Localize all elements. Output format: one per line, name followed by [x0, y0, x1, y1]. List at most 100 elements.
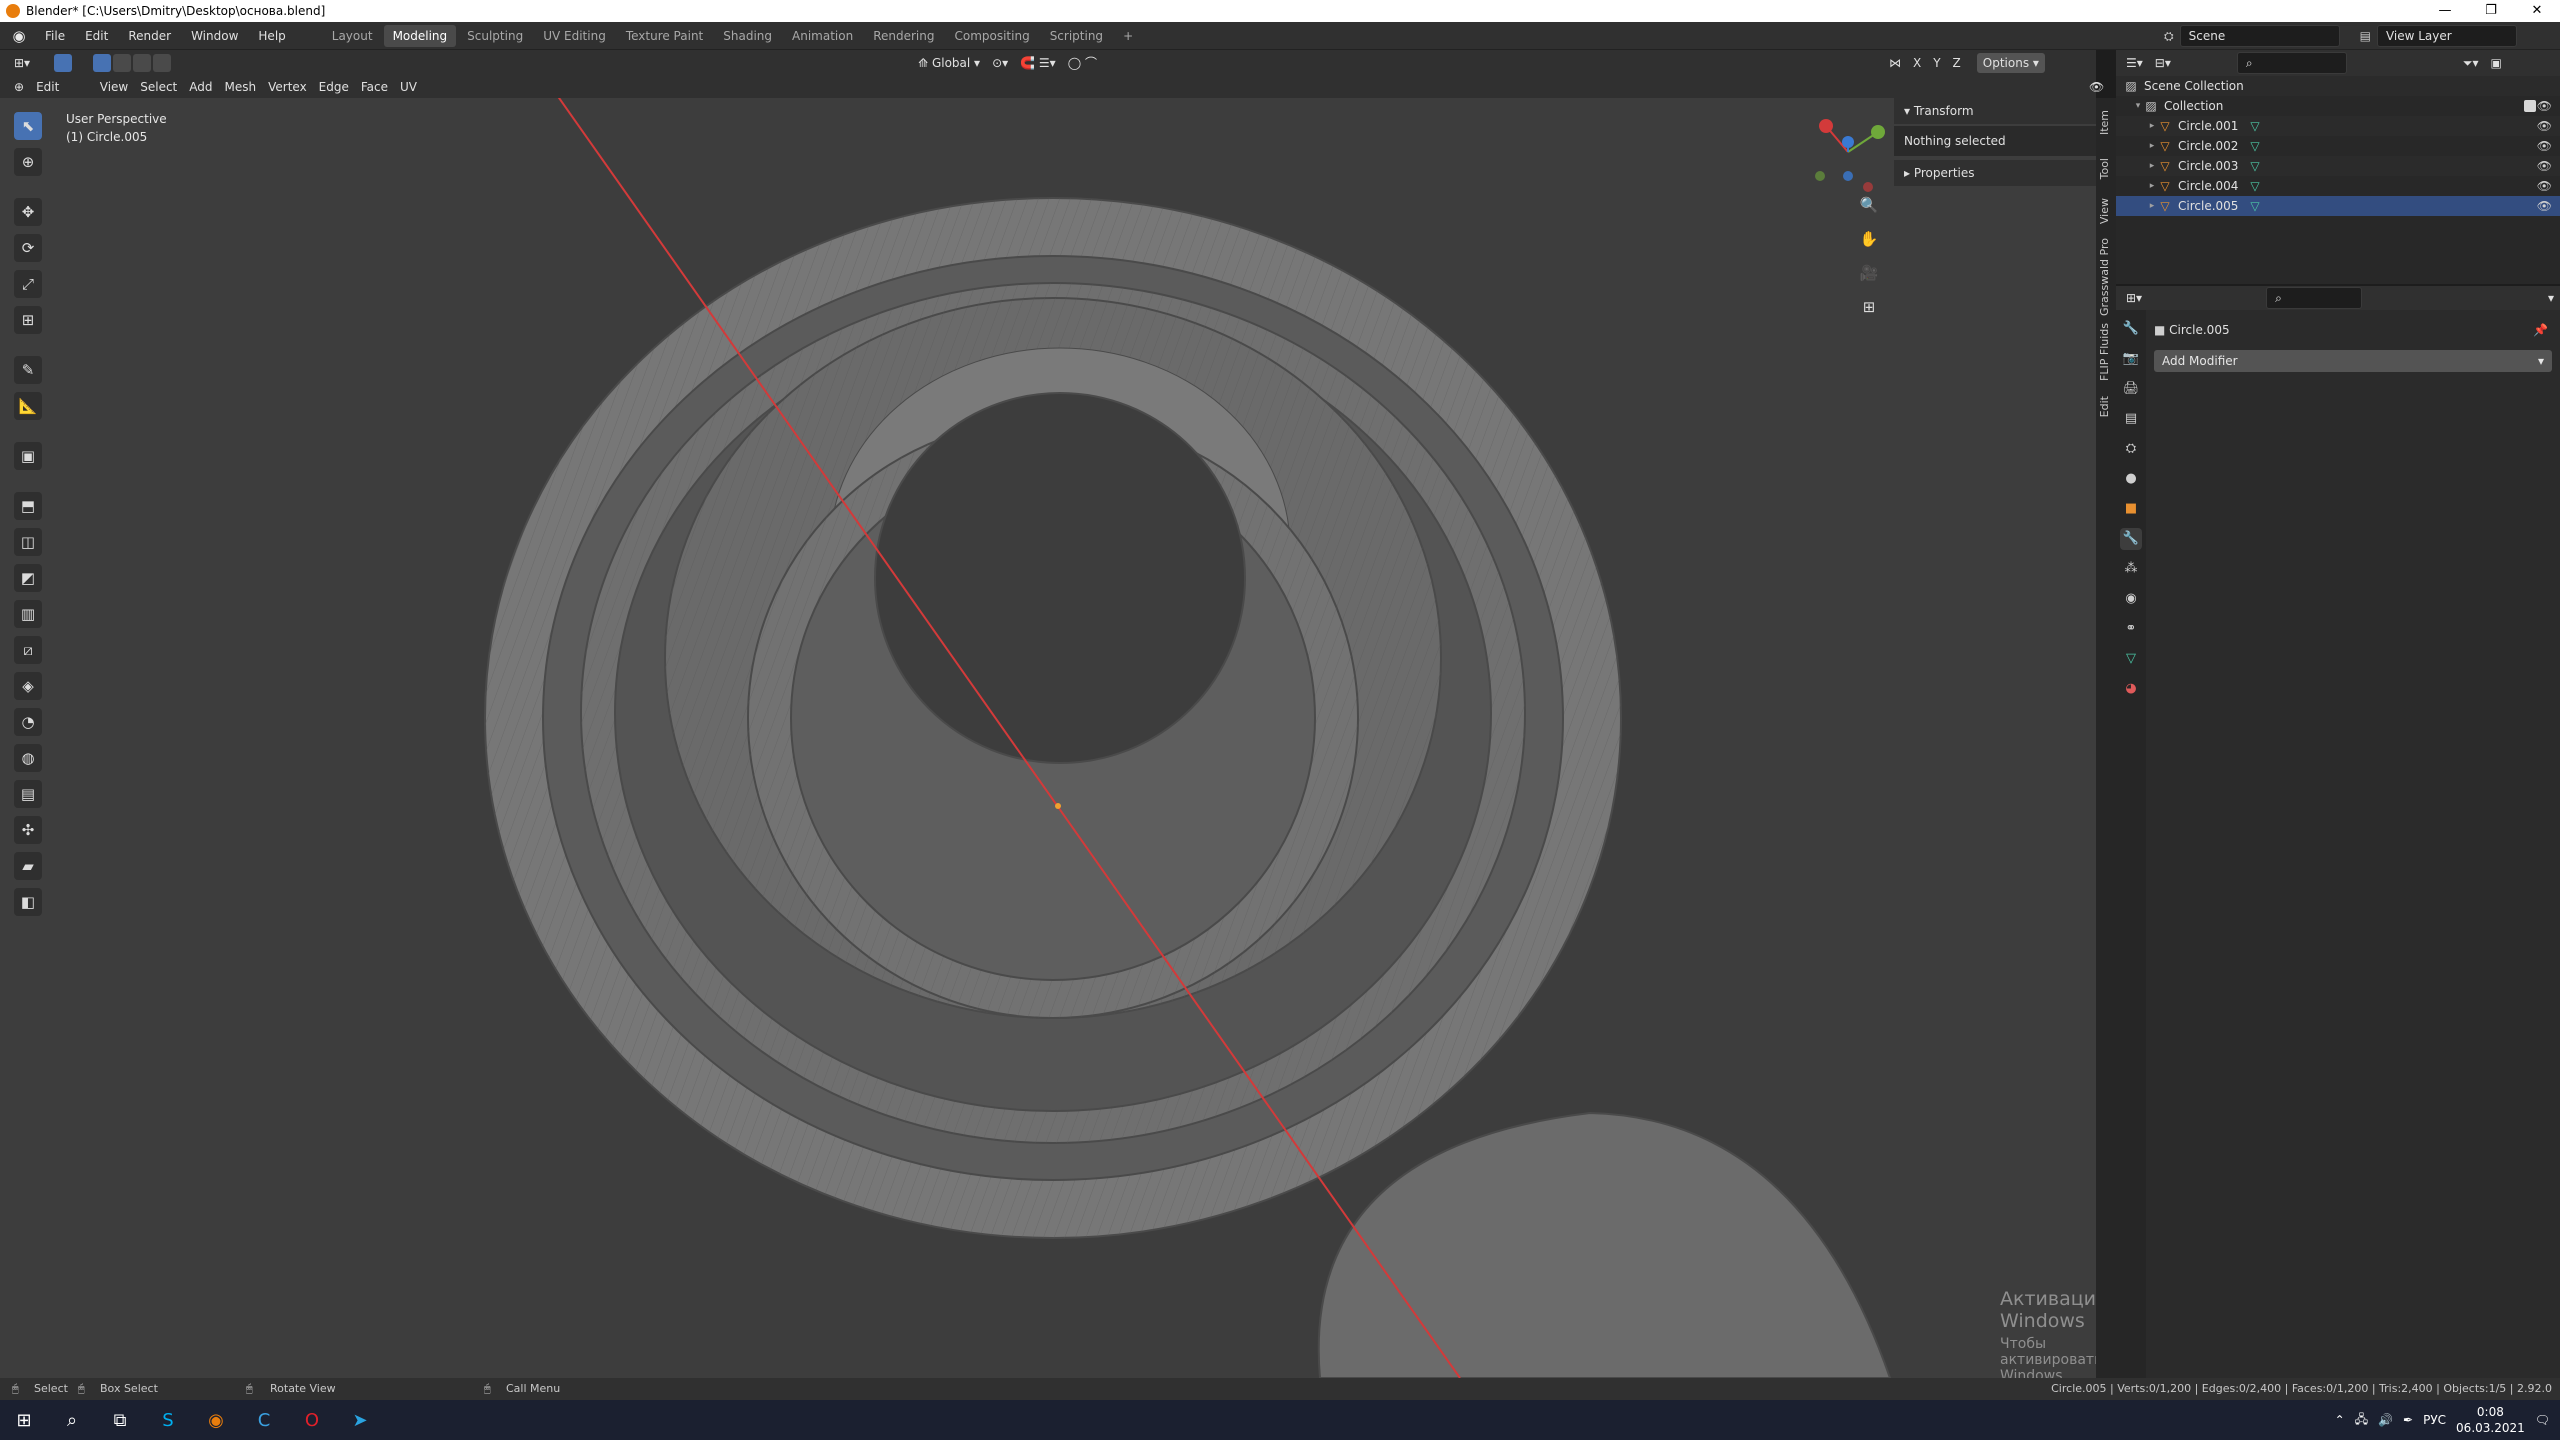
- visibility-icon[interactable]: 👁▾: [2083, 77, 2110, 114]
- visibility-eye-icon[interactable]: 👁: [2537, 156, 2552, 176]
- view-layer-field[interactable]: View Layer: [2376, 25, 2517, 47]
- sidebar-tab-item[interactable]: Item: [2098, 110, 2111, 135]
- transform-orientation-dropdown[interactable]: ⟰ Global ▾: [912, 53, 986, 73]
- expand-icon[interactable]: ▾: [2132, 96, 2144, 116]
- rotate-tool-icon[interactable]: ⟳: [14, 234, 42, 262]
- scene-collection-row[interactable]: ▨ Scene Collection: [2116, 76, 2560, 96]
- select-mode-subtract-icon[interactable]: [133, 54, 152, 72]
- add-workspace-button[interactable]: +: [1114, 25, 1142, 47]
- visibility-eye-icon[interactable]: 👁: [2537, 116, 2552, 136]
- exclude-checkbox[interactable]: [2524, 100, 2536, 112]
- tab-layout[interactable]: Layout: [323, 25, 382, 47]
- menu-mesh[interactable]: Mesh: [219, 77, 263, 97]
- tab-rendering[interactable]: Rendering: [864, 25, 943, 47]
- tool-tab-icon[interactable]: 🔧: [2120, 318, 2142, 340]
- mode-dropdown[interactable]: Edit Mode ▾: [30, 77, 75, 134]
- menu-edge[interactable]: Edge: [313, 77, 355, 97]
- menu-render[interactable]: Render: [119, 25, 180, 47]
- modifier-tab-icon[interactable]: 🔧: [2120, 528, 2142, 550]
- world-tab-icon[interactable]: ●: [2120, 468, 2142, 490]
- tray-overflow-icon[interactable]: ⌃: [2335, 1413, 2345, 1427]
- pivot-point-icon[interactable]: ⊙▾: [986, 53, 1014, 73]
- select-mode-intersect-icon[interactable]: [153, 54, 172, 72]
- annotate-tool-icon[interactable]: ✎: [14, 356, 42, 384]
- move-tool-icon[interactable]: ✥: [14, 198, 42, 226]
- editor-type-3d-icon[interactable]: ⊕: [8, 77, 30, 97]
- snap-icon[interactable]: 🧲 ☰▾: [1014, 53, 1062, 73]
- grid-ortho-icon[interactable]: ⊞: [1858, 296, 1880, 318]
- task-view-icon[interactable]: ⧉: [96, 1400, 144, 1440]
- tab-animation[interactable]: Animation: [783, 25, 862, 47]
- properties-search-input[interactable]: ⌕: [2266, 287, 2362, 309]
- skype-icon[interactable]: S: [144, 1400, 192, 1440]
- object-tab-icon[interactable]: ■: [2120, 498, 2142, 520]
- start-icon[interactable]: ⊞: [0, 1400, 48, 1440]
- select-box-icon[interactable]: [54, 54, 73, 72]
- sidebar-tab-tool[interactable]: Tool: [2098, 158, 2111, 179]
- properties-options-icon[interactable]: ▾: [2542, 288, 2560, 308]
- proportional-edit-icon[interactable]: ◯ ⌒: [1062, 53, 1103, 73]
- outliner-search-input[interactable]: ⌕: [2236, 52, 2347, 74]
- menu-face[interactable]: Face: [355, 77, 394, 97]
- axis-y-toggle[interactable]: Y: [1927, 53, 1946, 73]
- view-layer-icon[interactable]: ▤: [2360, 29, 2371, 43]
- volume-icon[interactable]: 🔊: [2378, 1413, 2393, 1427]
- clock[interactable]: 0:08 06.03.2021: [2456, 1404, 2525, 1436]
- tab-modeling[interactable]: Modeling: [383, 24, 457, 47]
- notifications-icon[interactable]: 🗨: [2535, 1413, 2550, 1427]
- outliner-item-circle-005[interactable]: ▸ ▽ Circle.005 ▽ 👁: [2116, 196, 2560, 216]
- tab-compositing[interactable]: Compositing: [945, 25, 1038, 47]
- tab-scripting[interactable]: Scripting: [1041, 25, 1112, 47]
- mesh-data-icon[interactable]: ▽: [2250, 156, 2259, 176]
- navigation-gizmo[interactable]: [1808, 112, 1888, 192]
- outliner-item-circle-003[interactable]: ▸ ▽ Circle.003 ▽ 👁: [2116, 156, 2560, 176]
- tab-sculpting[interactable]: Sculpting: [458, 25, 532, 47]
- display-mode-icon[interactable]: ⊟▾: [2149, 53, 2177, 73]
- restore-button[interactable]: ❐: [2468, 0, 2514, 22]
- mesh-data-icon[interactable]: ▽: [2250, 196, 2259, 216]
- blender-taskbar-icon[interactable]: ◉: [192, 1400, 240, 1440]
- expand-icon[interactable]: ▸: [2146, 156, 2158, 176]
- opera-icon[interactable]: O: [288, 1400, 336, 1440]
- outliner-item-circle-004[interactable]: ▸ ▽ Circle.004 ▽ 👁: [2116, 176, 2560, 196]
- shrink-fatten-tool-icon[interactable]: ✣: [14, 816, 42, 844]
- menu-edit[interactable]: Edit: [76, 25, 117, 47]
- outliner-item-circle-002[interactable]: ▸ ▽ Circle.002 ▽ 👁: [2116, 136, 2560, 156]
- sidebar-tab-flip-fluids[interactable]: FLIP Fluids: [2098, 323, 2111, 381]
- extrude-tool-icon[interactable]: ⬒: [14, 492, 42, 520]
- view-layer-tab-icon[interactable]: ▤: [2120, 408, 2142, 430]
- visibility-eye-icon[interactable]: 👁: [2537, 196, 2552, 216]
- scene-tab-icon[interactable]: ⛭: [2120, 438, 2142, 460]
- outliner-item-circle-001[interactable]: ▸ ▽ Circle.001 ▽ 👁: [2116, 116, 2560, 136]
- menu-uv[interactable]: UV: [394, 77, 423, 97]
- filter-icon[interactable]: ⏷▾: [2457, 53, 2485, 73]
- tab-texture-paint[interactable]: Texture Paint: [617, 25, 712, 47]
- camera-icon[interactable]: 🎥: [1858, 262, 1880, 284]
- expand-icon[interactable]: ▸: [2146, 176, 2158, 196]
- inset-tool-icon[interactable]: ◫: [14, 528, 42, 556]
- search-icon[interactable]: ⌕: [48, 1400, 96, 1440]
- scale-tool-icon[interactable]: ⤢: [14, 270, 42, 298]
- particles-tab-icon[interactable]: ⁂: [2120, 558, 2142, 580]
- menu-view[interactable]: View: [94, 77, 134, 97]
- add-cube-tool-icon[interactable]: ▣: [14, 442, 42, 470]
- options-dropdown[interactable]: Options ▾: [1976, 53, 2045, 73]
- sidebar-tab-view[interactable]: View: [2098, 198, 2111, 224]
- loop-cut-tool-icon[interactable]: ▥: [14, 600, 42, 628]
- axis-x-toggle[interactable]: X: [1907, 53, 1927, 73]
- scene-field[interactable]: Scene: [2179, 25, 2340, 47]
- properties-editor-type-icon[interactable]: ⊞▾: [2120, 288, 2148, 308]
- properties-panel-header[interactable]: ▸ Properties: [1894, 160, 2096, 186]
- transform-tool-icon[interactable]: ⊞: [14, 306, 42, 334]
- add-modifier-dropdown[interactable]: Add Modifier ▾: [2154, 350, 2552, 372]
- output-tab-icon[interactable]: 🖨: [2120, 378, 2142, 400]
- transform-panel-header[interactable]: ▾ Transform: [1894, 98, 2096, 124]
- material-tab-icon[interactable]: ◕: [2120, 678, 2142, 700]
- pen-icon[interactable]: ✒: [2403, 1413, 2413, 1427]
- axis-z-toggle[interactable]: Z: [1947, 53, 1967, 73]
- physics-tab-icon[interactable]: ◉: [2120, 588, 2142, 610]
- visibility-eye-icon[interactable]: 👁: [2537, 176, 2552, 196]
- zoom-icon[interactable]: 🔍: [1858, 194, 1880, 216]
- sidebar-tab-grasswald[interactable]: Grasswald Pro: [2098, 238, 2111, 316]
- menu-select[interactable]: Select: [134, 77, 183, 97]
